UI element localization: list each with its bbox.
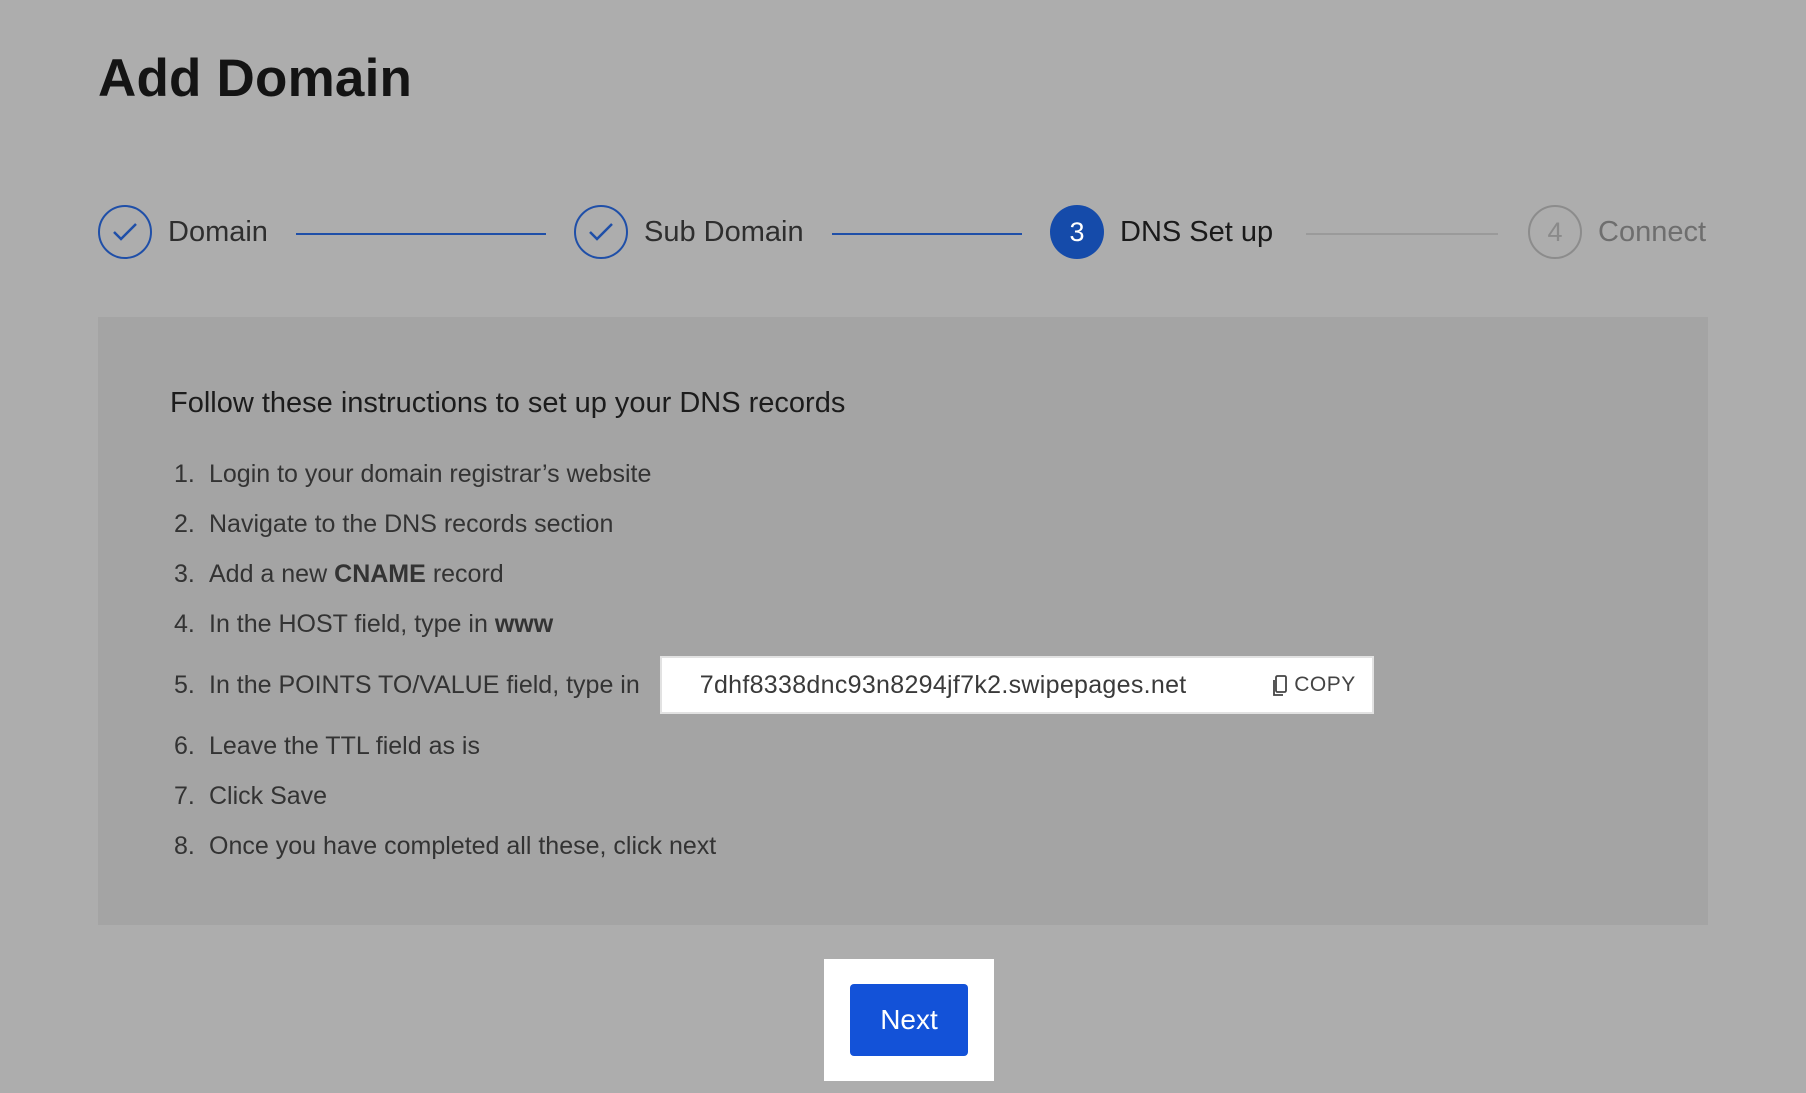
item-text: Login to your domain registrar’s website [209, 459, 652, 488]
step-connect[interactable]: 4 Connect [1528, 205, 1706, 259]
cname-value-field[interactable]: 7dhf8338dnc93n8294jf7k2.swipepages.net C… [659, 656, 1374, 714]
step-domain[interactable]: Domain [98, 205, 268, 259]
check-icon [98, 205, 152, 259]
cname-value[interactable]: 7dhf8338dnc93n8294jf7k2.swipepages.net [700, 671, 1187, 700]
instructions-panel: Follow these instructions to set up your… [98, 317, 1708, 925]
step-label: Sub Domain [644, 215, 804, 248]
item-text: Navigate to the DNS records section [209, 509, 614, 538]
step-label: Domain [168, 215, 268, 248]
check-icon [574, 205, 628, 259]
item-number: 8. [174, 831, 195, 860]
item-number: 4. [174, 609, 195, 638]
item-text: Leave the TTL field as is [209, 731, 480, 760]
next-highlight: Next [824, 959, 994, 1081]
list-item: 1. Login to your domain registrar’s webs… [174, 449, 1374, 499]
instructions-heading: Follow these instructions to set up your… [170, 387, 846, 419]
list-item: 8. Once you have completed all these, cl… [174, 821, 1374, 871]
step-connector [296, 233, 546, 235]
list-item: 5. In the POINTS TO/VALUE field, type in… [174, 649, 1374, 721]
next-button[interactable]: Next [850, 984, 968, 1056]
copy-label: COPY [1294, 673, 1356, 696]
step-label: Connect [1598, 215, 1707, 248]
list-item: 2. Navigate to the DNS records section [174, 499, 1374, 549]
page-title: Add Domain [98, 49, 413, 108]
copy-icon [1272, 675, 1288, 696]
item-number: 5. [174, 670, 195, 699]
item-number: 3. [174, 559, 195, 588]
item-text: Add a new [209, 559, 328, 588]
step-connector [1306, 233, 1498, 235]
item-number: 6. [174, 731, 195, 760]
item-number: 7. [174, 781, 195, 810]
item-number: 2. [174, 509, 195, 538]
host-value: www [494, 609, 554, 638]
step-connector [832, 233, 1022, 235]
list-item: 6. Leave the TTL field as is [174, 721, 1374, 771]
record-type: CNAME [334, 559, 426, 588]
step-number-badge: 3 [1050, 205, 1104, 259]
item-text: In the HOST field, type in [209, 609, 488, 638]
item-text: Once you have completed all these, click… [209, 831, 717, 860]
list-item: 3. Add a new CNAME record [174, 549, 1374, 599]
list-item: 7. Click Save [174, 771, 1374, 821]
item-text: Click Save [209, 781, 328, 810]
item-number: 1. [174, 459, 195, 488]
copy-button[interactable]: COPY [1272, 673, 1356, 697]
instructions-list: 1. Login to your domain registrar’s webs… [174, 449, 1374, 871]
step-label: DNS Set up [1120, 215, 1274, 248]
item-text: record [432, 559, 504, 588]
step-number-badge: 4 [1528, 205, 1582, 259]
list-item: 4. In the HOST field, type in www [174, 599, 1374, 649]
step-dns-setup[interactable]: 3 DNS Set up [1050, 205, 1273, 259]
step-sub-domain[interactable]: Sub Domain [574, 205, 804, 259]
item-text: In the POINTS TO/VALUE field, type in [209, 670, 640, 699]
